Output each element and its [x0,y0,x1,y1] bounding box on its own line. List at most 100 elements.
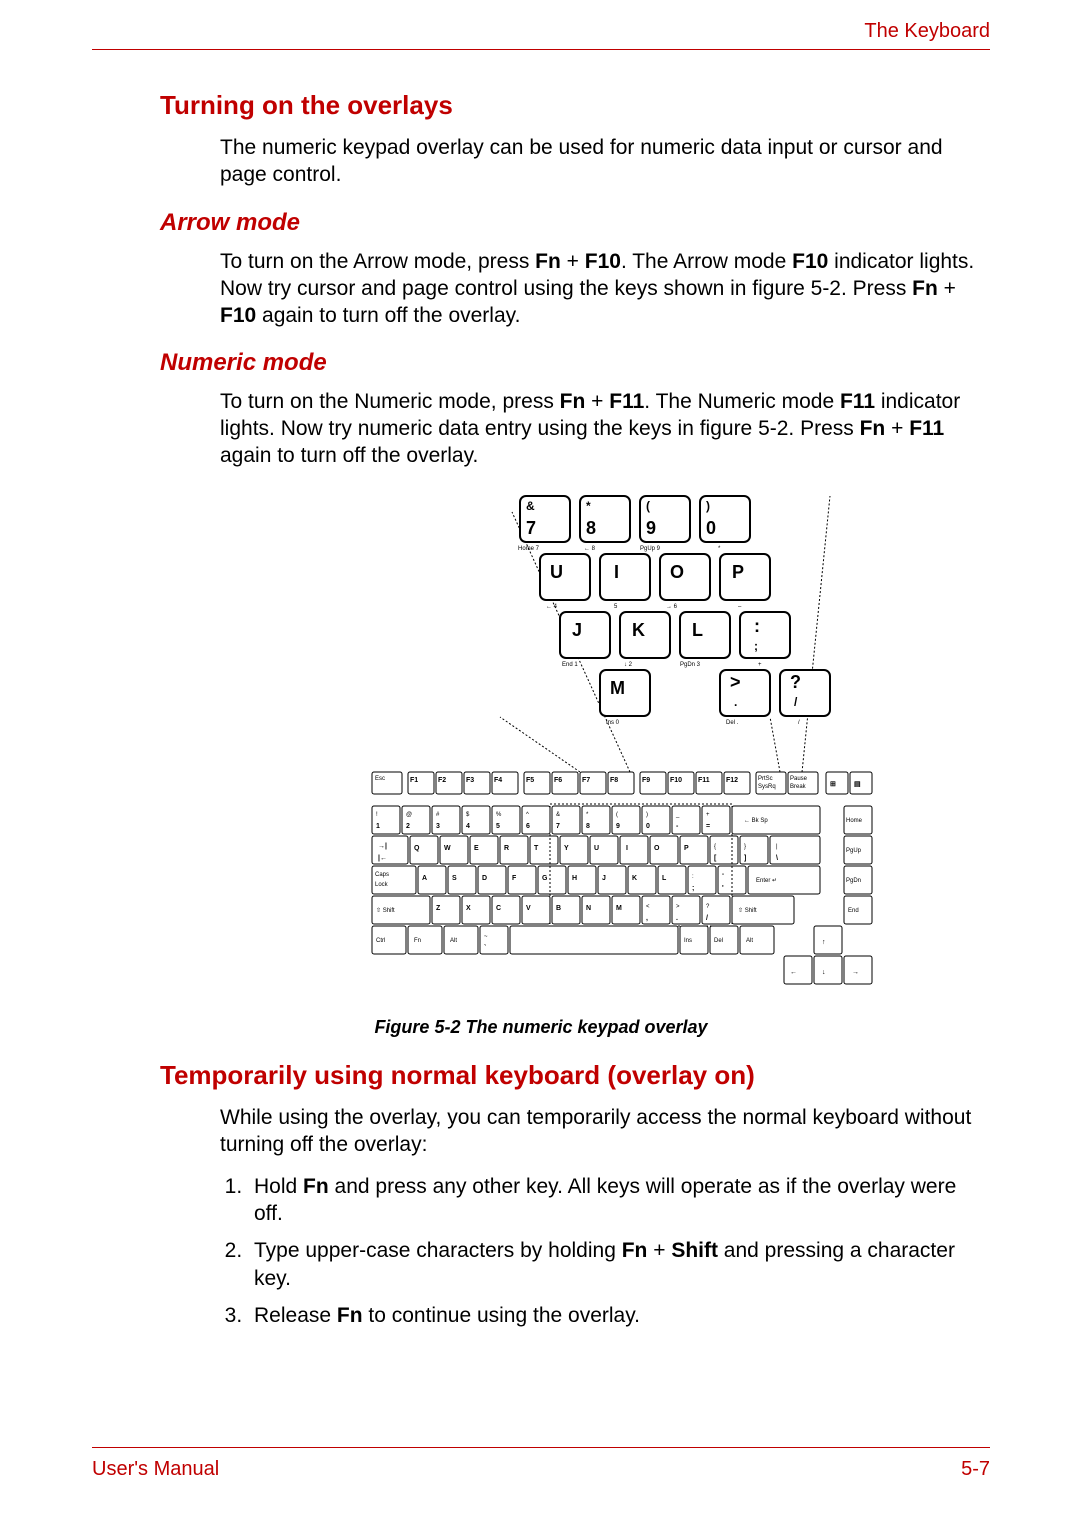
overlay-key-u: U [540,554,590,600]
svg-text:+: + [706,812,710,818]
svg-text:9: 9 [646,518,656,538]
svg-text:I: I [614,562,619,582]
overlay-key-7: &7 [520,496,570,542]
svg-text:F2: F2 [438,777,446,784]
temporary-intro-text: While using the overlay, you can tempora… [220,1105,986,1159]
svg-text:F7: F7 [582,777,590,784]
svg-text:→: → [852,969,859,976]
section-heading-temporary: Temporarily using normal keyboard (overl… [160,1060,990,1091]
svg-text:/: / [798,720,800,726]
svg-text:<: < [646,904,650,910]
page-header: The Keyboard [92,20,990,50]
svg-text:PrtSc: PrtSc [758,776,773,782]
svg-text:J: J [602,875,606,882]
svg-text:U: U [550,562,563,582]
svg-text:5: 5 [496,823,500,830]
svg-text:L: L [662,875,667,882]
svg-text:Caps: Caps [375,872,389,878]
svg-text:7: 7 [556,823,560,830]
svg-text:): ) [706,499,710,513]
svg-text:&: & [526,499,535,513]
svg-text:Ctrl: Ctrl [376,938,385,944]
overlays-intro-body: The numeric keypad overlay can be used f… [220,135,986,189]
svg-text:← 8: ← 8 [584,546,596,552]
arrow-mode-body: To turn on the Arrow mode, press Fn + F1… [220,249,986,330]
svg-text:F10: F10 [670,777,682,784]
svg-text:→ 6: → 6 [666,604,678,610]
svg-text:~: ~ [484,934,488,940]
svg-text:F8: F8 [610,777,618,784]
svg-text:⊞: ⊞ [830,781,836,788]
svg-text:SysRq: SysRq [758,784,776,790]
svg-text:PgDn: PgDn [846,878,861,884]
svg-text:F3: F3 [466,777,474,784]
svg-text:Home 7: Home 7 [518,546,540,552]
svg-text:4: 4 [466,823,470,830]
svg-text:?: ? [790,672,801,692]
svg-text:Q: Q [414,845,420,852]
svg-text:K: K [632,620,645,640]
overlay-key-period: >. [720,670,770,716]
svg-text:G: G [542,875,548,882]
svg-text:|←: |← [378,855,387,862]
svg-text:.: . [734,695,737,709]
overlay-key-9: (9 [640,496,690,542]
overlay-key-8: *8 [580,496,630,542]
svg-text:⇧ Shift: ⇧ Shift [376,907,395,914]
svg-text:}: } [744,844,746,850]
svg-text:F9: F9 [642,777,650,784]
svg-text:F5: F5 [526,777,534,784]
svg-text:;: ; [692,885,694,892]
svg-text:": " [722,874,724,880]
subheading-arrow-mode: Arrow mode [160,209,990,237]
svg-text:V: V [526,905,531,912]
svg-text:8: 8 [586,518,596,538]
svg-text:↑: ↑ [822,939,826,946]
svg-text:M: M [610,678,625,698]
svg-text:\: \ [776,855,778,862]
step-1: Hold Fn and press any other key. All key… [248,1173,986,1228]
svg-text:A: A [422,875,427,882]
svg-text:;: ; [754,639,758,653]
svg-text:J: J [572,620,582,640]
svg-text:N: N [586,905,591,912]
svg-text:5: 5 [614,604,618,610]
svg-text:): ) [646,812,648,818]
overlay-key-m: M [600,670,650,716]
svg-text:F4: F4 [494,777,502,784]
overlay-key-j: J [560,612,610,658]
svg-text:H: H [572,875,577,882]
svg-text:P: P [684,845,689,852]
overlay-key-slash: ?/ [780,670,830,716]
svg-text:2: 2 [406,823,410,830]
svg-text:Enter ↵: Enter ↵ [756,878,777,884]
svg-text:9: 9 [616,823,620,830]
footer-left-label: User's Manual [92,1458,219,1481]
overlay-key-0: )0 [700,496,750,542]
svg-text:C: C [496,905,501,912]
svg-text:K: K [632,875,637,882]
svg-text:↓ 2: ↓ 2 [624,662,633,668]
svg-text:^: ^ [526,812,529,818]
header-section-label: The Keyboard [864,20,990,43]
page-footer: User's Manual 5-7 [92,1447,990,1481]
svg-text:>: > [730,672,741,692]
svg-text:Alt: Alt [450,938,457,944]
svg-text:U: U [594,845,599,852]
svg-text:Del .: Del . [726,720,739,726]
svg-text:R: R [504,845,509,852]
svg-text:Esc: Esc [375,776,385,782]
svg-text:L: L [692,620,703,640]
svg-text:–: – [738,604,742,610]
svg-text:PgUp 9: PgUp 9 [640,546,661,552]
arrow-mode-text: To turn on the Arrow mode, press Fn + F1… [220,249,986,330]
svg-text:(: ( [646,499,650,513]
svg-text:X: X [466,905,471,912]
svg-text:O: O [670,562,684,582]
svg-text:_: _ [675,812,680,818]
figure-keyboard-overlay: .k{fill:#fff;stroke:#000;stroke-width:2;… [92,492,990,1007]
svg-text:F12: F12 [726,777,738,784]
svg-text:1: 1 [376,823,380,830]
section-heading-overlays: Turning on the overlays [160,90,990,121]
svg-text:↓: ↓ [822,969,826,976]
